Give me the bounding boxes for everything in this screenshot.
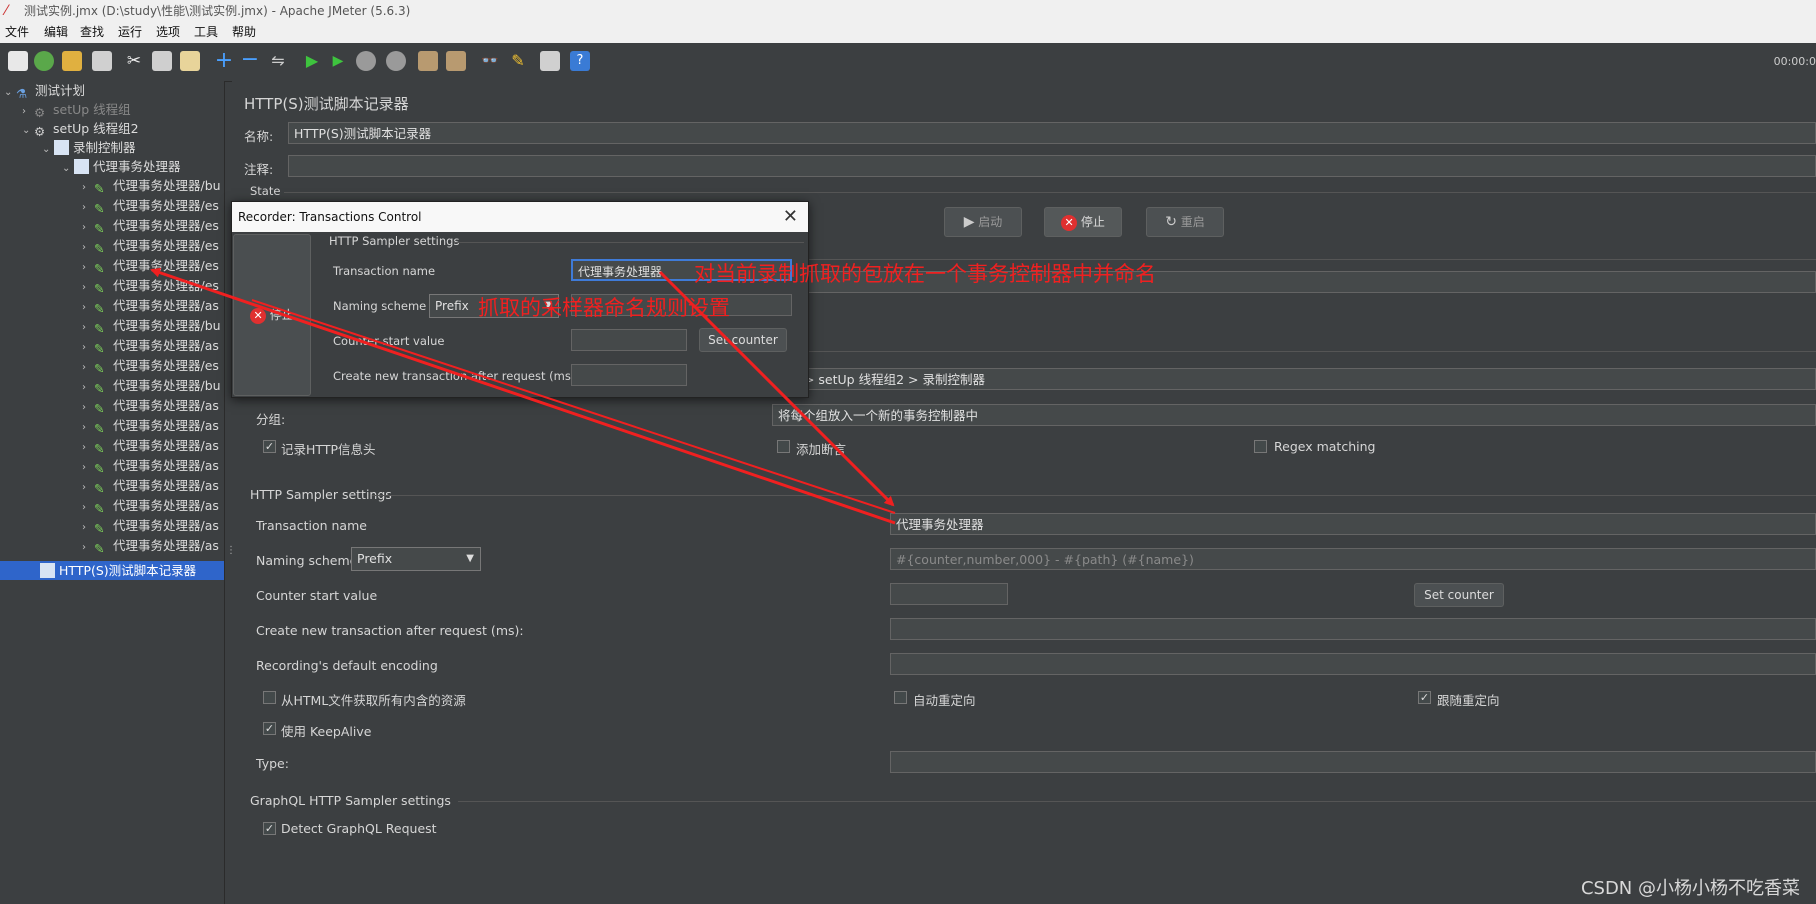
annotation-naming-scheme: 抓取的采样器命名规则设置 <box>478 296 730 320</box>
watermark: CSDN @小杨小杨不吃香菜 <box>1580 878 1800 899</box>
arrow-to-dialog-txn <box>251 299 896 514</box>
annotation-transaction-name: 对当前录制抓取的包放在一个事务控制器中并命名 <box>694 262 1156 286</box>
annotation-arrows <box>150 267 896 525</box>
